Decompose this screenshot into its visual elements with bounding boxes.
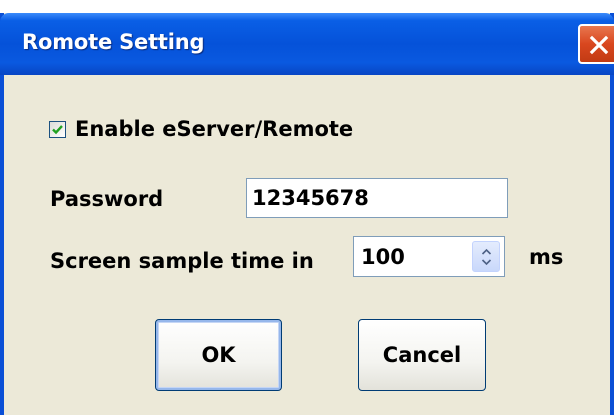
enable-remote-option[interactable]: Enable eServer/Remote xyxy=(49,116,353,142)
up-down-arrows-icon xyxy=(481,248,492,266)
sample-time-spinbox[interactable]: 100 xyxy=(353,236,505,277)
password-field[interactable] xyxy=(246,178,508,218)
dialog-title: Romote Setting xyxy=(22,30,205,54)
sample-time-stepper[interactable] xyxy=(472,241,500,272)
sample-time-unit: ms xyxy=(529,245,564,269)
sample-time-value[interactable]: 100 xyxy=(361,245,405,269)
remote-setting-dialog: Romote Setting Enable eServer/Remote Pas… xyxy=(0,13,614,415)
enable-remote-checkbox[interactable] xyxy=(49,120,66,138)
cancel-button[interactable]: Cancel xyxy=(358,319,486,391)
ok-button[interactable]: OK xyxy=(155,319,282,391)
close-button[interactable] xyxy=(578,24,614,64)
sample-time-label: Screen sample time in xyxy=(50,249,314,273)
dialog-body: Enable eServer/Remote Password Screen sa… xyxy=(4,75,610,415)
title-bar[interactable]: Romote Setting xyxy=(0,13,614,75)
enable-remote-label: Enable eServer/Remote xyxy=(75,117,354,141)
close-icon xyxy=(589,35,609,55)
checkmark-icon xyxy=(52,124,63,134)
password-label: Password xyxy=(50,187,164,211)
